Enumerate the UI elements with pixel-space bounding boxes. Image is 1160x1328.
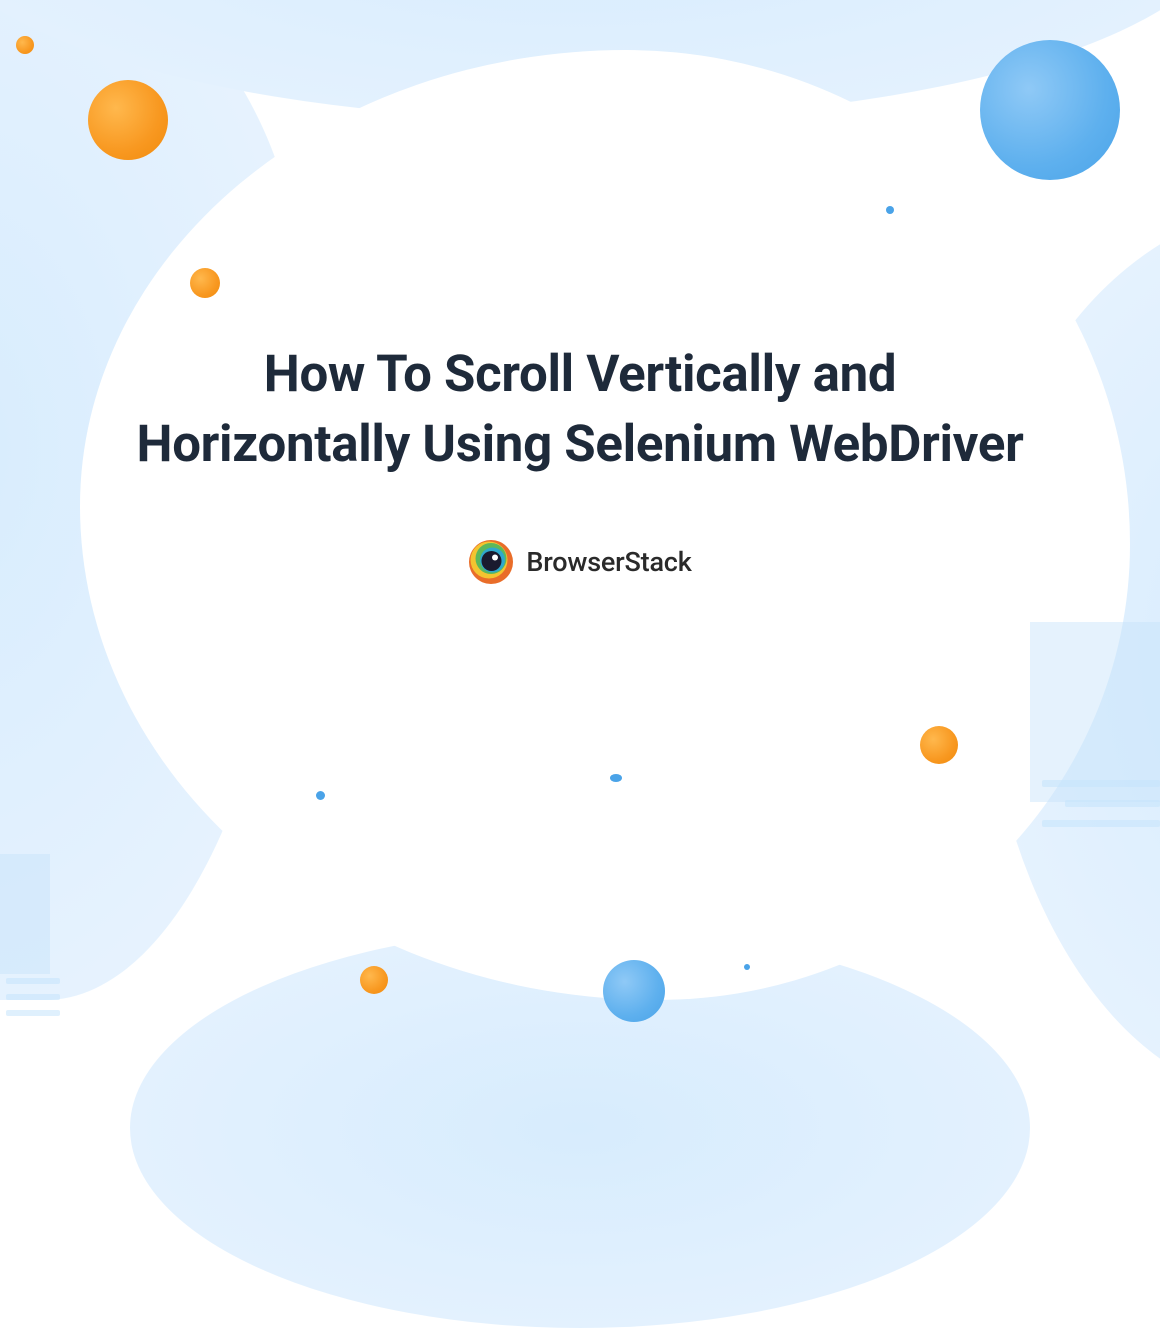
decorative-page-shape: [0, 854, 50, 974]
decorative-circle-orange-right: [920, 726, 958, 764]
decorative-dot: [744, 964, 750, 970]
brand-name: BrowserStack: [526, 546, 691, 578]
decorative-circle-orange-small: [190, 268, 220, 298]
decorative-circle-orange-bottom: [360, 966, 388, 994]
decorative-dot: [886, 206, 894, 214]
decorative-lines: [6, 978, 60, 1026]
decorative-circle-blue-large: [980, 40, 1120, 180]
decorative-dot: [610, 774, 622, 782]
content-container: How To Scroll Vertically and Horizontall…: [130, 340, 1030, 585]
decorative-dot: [316, 791, 325, 800]
brand-logo: BrowserStack: [130, 539, 1030, 585]
browserstack-logo-icon: [468, 539, 514, 585]
decorative-circle-blue-medium: [603, 960, 665, 1022]
decorative-page-shape: [1030, 622, 1160, 802]
decorative-circle-orange-large: [88, 80, 168, 160]
page-title: How To Scroll Vertically and Horizontall…: [130, 340, 1030, 481]
decorative-lines: [1042, 780, 1160, 840]
decorative-circle-orange-tiny: [16, 36, 34, 54]
